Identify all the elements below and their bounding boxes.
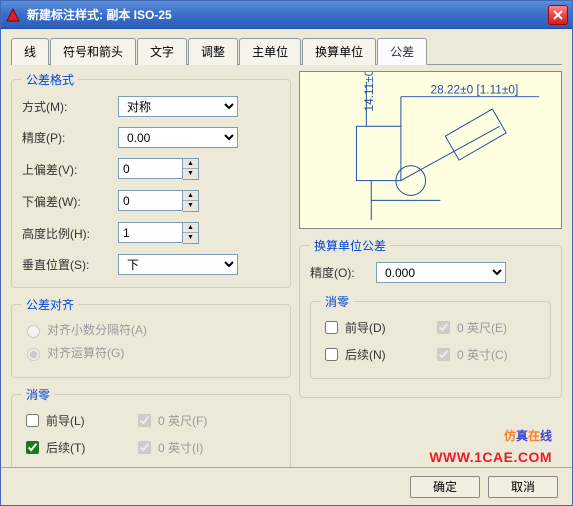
alt-precision-select[interactable]: 0.000 [376, 262, 506, 283]
tab-lines[interactable]: 线 [11, 38, 49, 65]
upper-label: 上偏差(V): [22, 161, 112, 178]
alt-leading-label: 前导(D) [345, 319, 386, 336]
tolerance-panel: 公差格式 方式(M): 对称 精度(P): 0.00 [11, 71, 562, 480]
precision-select[interactable]: 0.00 [118, 127, 238, 148]
lower-input[interactable] [118, 190, 183, 211]
alt-trailing-label: 后续(N) [345, 346, 386, 363]
tab-fit[interactable]: 调整 [188, 38, 238, 65]
lower-spinner[interactable]: ▲▼ [183, 190, 199, 212]
cancel-button[interactable]: 取消 [488, 476, 558, 498]
tab-text[interactable]: 文字 [137, 38, 187, 65]
alt-precision-label: 精度(O): [310, 264, 370, 281]
leading-label: 前导(L) [46, 412, 85, 429]
align-decimal-label: 对齐小数分隔符(A) [47, 321, 147, 338]
tab-alt-units[interactable]: 换算单位 [302, 38, 376, 65]
preview-pane: 14.11±0 [1.556±0] 28.22±0 [1.11±0] [299, 71, 562, 229]
tab-tolerances[interactable]: 公差 [377, 38, 427, 65]
dialog-window: 新建标注样式: 副本 ISO-25 线 符号和箭头 文字 调整 主单位 换算单位… [0, 0, 573, 506]
titlebar: 新建标注样式: 副本 ISO-25 [1, 1, 572, 29]
svg-text:14.11±0 [1.556±0]: 14.11±0 [1.556±0] [362, 72, 376, 111]
alt-inches-check [437, 348, 450, 361]
preview-drawing: 14.11±0 [1.556±0] 28.22±0 [1.11±0] [300, 72, 561, 228]
height-input[interactable] [118, 222, 183, 243]
height-label: 高度比例(H): [22, 225, 112, 242]
align-operator-radio [27, 348, 40, 361]
feet-check [138, 414, 151, 427]
upper-input[interactable] [118, 158, 183, 179]
tolerance-format-legend: 公差格式 [22, 71, 78, 88]
lower-label: 下偏差(W): [22, 193, 112, 210]
zero-suppress-legend: 消零 [22, 386, 54, 403]
method-select[interactable]: 对称 [118, 96, 238, 117]
method-label: 方式(M): [22, 98, 112, 115]
window-title: 新建标注样式: 副本 ISO-25 [27, 6, 548, 23]
align-operator-label: 对齐运算符(G) [47, 344, 124, 361]
vpos-label: 垂直位置(S): [22, 256, 112, 273]
alt-leading-check[interactable] [325, 321, 338, 334]
alt-zero-group: 消零 前导(D) 0 英尺(E) [310, 293, 551, 379]
precision-label: 精度(P): [22, 129, 112, 146]
leading-check[interactable] [26, 414, 39, 427]
tolerance-format-group: 公差格式 方式(M): 对称 精度(P): 0.00 [11, 71, 291, 288]
alt-zero-legend: 消零 [321, 293, 353, 310]
alt-units-legend: 换算单位公差 [310, 237, 390, 254]
left-column: 公差格式 方式(M): 对称 精度(P): 0.00 [11, 71, 291, 480]
svg-text:28.22±0 [1.11±0]: 28.22±0 [1.11±0] [431, 83, 519, 97]
alt-trailing-check[interactable] [325, 348, 338, 361]
inches-label: 0 英寸(I) [158, 439, 203, 456]
trailing-check[interactable] [26, 441, 39, 454]
align-decimal-radio [27, 325, 40, 338]
feet-label: 0 英尺(F) [158, 412, 207, 429]
alt-feet-label: 0 英尺(E) [457, 319, 507, 336]
zero-suppress-group: 消零 前导(L) 0 英尺(F) 后续(T) [11, 386, 291, 472]
alt-units-group: 换算单位公差 精度(O): 0.000 消零 前导(D) [299, 237, 562, 398]
alt-feet-check [437, 321, 450, 334]
vpos-select[interactable]: 下 [118, 254, 238, 275]
alignment-legend: 公差对齐 [22, 296, 78, 313]
tab-primary-units[interactable]: 主单位 [239, 38, 301, 65]
watermark-text: 仿真在线 [504, 424, 552, 445]
button-bar: 确定 取消 [1, 467, 572, 505]
ok-button[interactable]: 确定 [410, 476, 480, 498]
close-button[interactable] [548, 5, 568, 25]
inches-check [138, 441, 151, 454]
watermark-url: WWW.1CAE.COM [429, 449, 552, 465]
right-column: 14.11±0 [1.556±0] 28.22±0 [1.11±0] 换算单位公… [299, 71, 562, 480]
dialog-content: 线 符号和箭头 文字 调整 主单位 换算单位 公差 公差格式 方式(M): 对称 [1, 29, 572, 505]
alignment-group: 公差对齐 对齐小数分隔符(A) 对齐运算符(G) [11, 296, 291, 378]
tab-symbols[interactable]: 符号和箭头 [50, 38, 136, 65]
tab-bar: 线 符号和箭头 文字 调整 主单位 换算单位 公差 [11, 37, 562, 65]
height-spinner[interactable]: ▲▼ [183, 222, 199, 244]
alt-inches-label: 0 英寸(C) [457, 346, 508, 363]
trailing-label: 后续(T) [46, 439, 85, 456]
upper-spinner[interactable]: ▲▼ [183, 158, 199, 180]
app-icon [5, 7, 21, 23]
